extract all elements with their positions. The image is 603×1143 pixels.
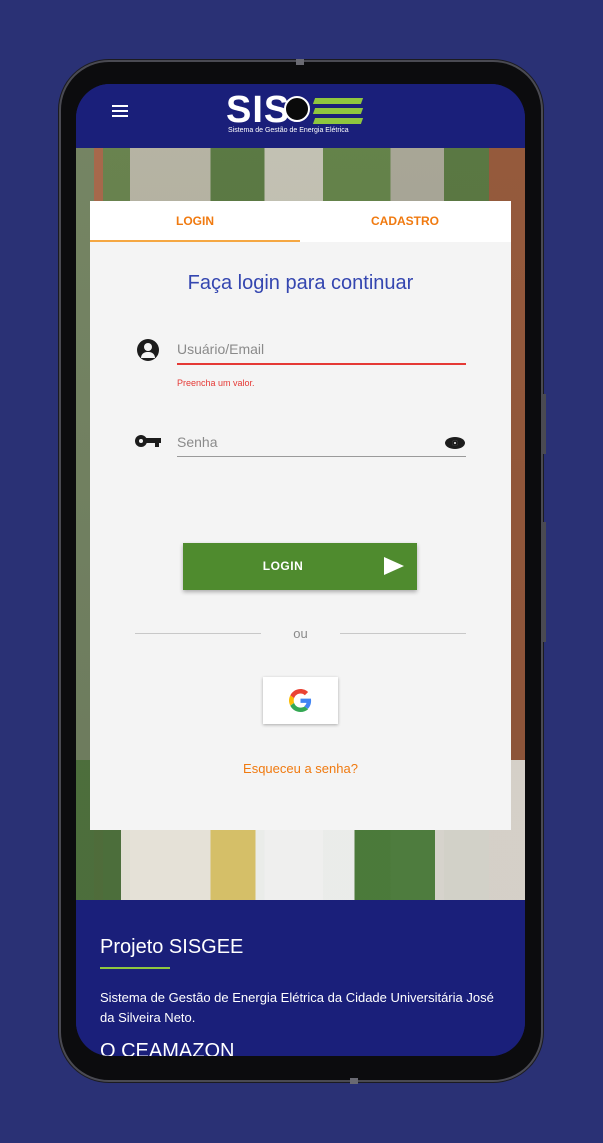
footer-title-underline: [100, 967, 170, 969]
username-error-text: Preencha um valor.: [177, 378, 255, 388]
tab-cadastro[interactable]: CADASTRO: [300, 201, 510, 242]
username-email-input[interactable]: [177, 335, 466, 365]
logo: SIS Sistema de Gestão de Energia Elétric…: [226, 90, 366, 138]
footer-description: Sistema de Gestão de Energia Elétrica da…: [100, 990, 494, 1025]
password-input[interactable]: [177, 427, 466, 457]
eye-icon[interactable]: [445, 437, 465, 449]
tab-login[interactable]: LOGIN: [90, 201, 300, 242]
divider-line-left: [135, 633, 261, 634]
footer-next-heading: O CEAMAZON: [100, 1040, 235, 1056]
divider-line-right: [340, 633, 466, 634]
key-icon: [135, 434, 163, 448]
footer-section: Projeto SISGEE Sistema de Gestão de Ener…: [76, 900, 525, 1056]
login-card: LOGIN CADASTRO Faça login para continuar…: [90, 201, 511, 830]
app-bar: SIS Sistema de Gestão de Energia Elétric…: [76, 84, 525, 148]
menu-icon[interactable]: [112, 105, 130, 119]
login-button[interactable]: LOGIN: [183, 543, 417, 590]
logo-text: SIS: [226, 89, 291, 131]
divider-text: ou: [293, 626, 308, 641]
active-tab-indicator: [90, 240, 300, 242]
logo-bars-icon: [312, 98, 364, 126]
volume-button: [543, 394, 546, 454]
auth-tabs: LOGIN CADASTRO: [90, 201, 511, 242]
google-icon: [289, 689, 312, 712]
google-login-button[interactable]: [263, 677, 338, 724]
app-screen: SIS Sistema de Gestão de Energia Elétric…: [76, 84, 525, 1056]
logo-subtitle: Sistema de Gestão de Energia Elétrica: [228, 127, 349, 134]
send-icon: [384, 557, 404, 575]
account-circle-icon: [137, 339, 159, 361]
login-title: Faça login para continuar: [187, 272, 414, 294]
logo-bulb-icon: [284, 96, 310, 122]
forgot-password-link[interactable]: Esqueceu a senha?: [90, 761, 511, 776]
login-button-label: LOGIN: [262, 559, 304, 573]
footer-title: Projeto SISGEE: [100, 936, 244, 958]
power-button: [543, 522, 546, 642]
